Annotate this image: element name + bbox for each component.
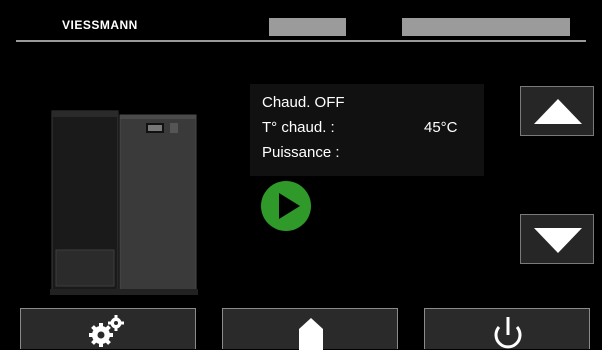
boiler-status-text: Chaud. OFF — [262, 94, 345, 111]
power-icon — [494, 317, 522, 349]
gears-icon — [89, 315, 124, 347]
home-button[interactable] — [222, 308, 398, 350]
settings-button[interactable] — [20, 308, 196, 349]
boiler-temp-label: T° chaud. : — [262, 119, 335, 136]
top-bar: VIESSMANN — [0, 0, 602, 44]
boiler-info-panel: Chaud. OFF T° chaud. : 45°C Puissance : — [250, 84, 484, 176]
home-icon — [299, 318, 323, 350]
play-button[interactable] — [260, 180, 312, 232]
header-divider — [16, 40, 586, 42]
arrow-down-icon — [534, 228, 582, 253]
boiler-illustration — [46, 105, 202, 300]
header-status-bar-2 — [402, 18, 570, 36]
play-icon — [261, 181, 311, 231]
arrow-down-button[interactable] — [520, 214, 594, 264]
header-status-bar-1 — [269, 18, 346, 36]
arrow-up-button[interactable] — [520, 86, 594, 136]
boiler-temp-value: 45°C — [424, 119, 458, 136]
brand-logo: VIESSMANN — [62, 18, 138, 32]
power-button[interactable] — [424, 308, 590, 349]
arrow-up-icon — [534, 99, 582, 124]
boiler-power-label: Puissance : — [262, 144, 340, 161]
